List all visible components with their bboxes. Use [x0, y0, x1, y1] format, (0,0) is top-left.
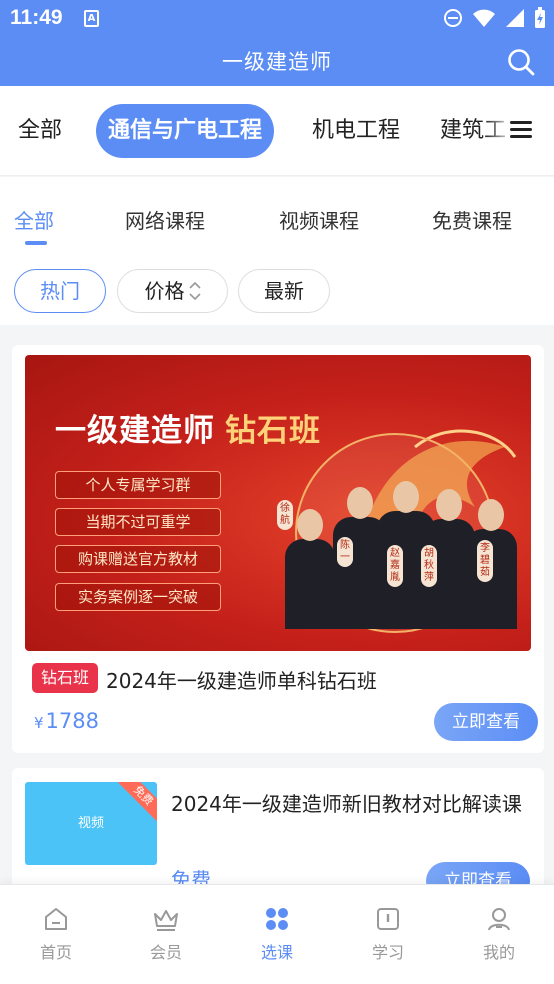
course-title[interactable]: 2024年一级建造师单科钻石班	[106, 665, 377, 694]
teacher-name-tag: 赵嘉胤	[387, 545, 403, 587]
course-tag-badge: 钻石班	[32, 663, 98, 693]
teacher-figure	[285, 509, 335, 629]
battery-icon	[535, 7, 545, 28]
price-value: 1788	[45, 709, 99, 733]
teacher-name-tag: 李碧茹	[477, 540, 493, 582]
benefit-pill: 实务案例逐一突破	[55, 583, 221, 611]
subtab-indicator	[25, 241, 47, 245]
nav-study[interactable]: 学习	[348, 905, 428, 963]
category-tabs: 全部 通信与广电工程 机电工程 建筑工	[0, 86, 554, 176]
filter-price-label: 价格	[144, 279, 185, 303]
filter-hot-label: 热门	[40, 279, 80, 303]
menu-icon[interactable]	[510, 121, 532, 139]
benefit-pill: 当期不过可重学	[55, 508, 221, 536]
do-not-disturb-icon	[444, 9, 462, 27]
course-type-tabs: 全部 网络课程 视频课程 免费课程 热门 价格 最新	[0, 177, 554, 325]
nav-member-label: 会员	[149, 943, 182, 962]
subtab-all[interactable]: 全部	[14, 205, 54, 234]
filter-latest-button[interactable]: 最新	[238, 269, 330, 313]
status-bar: 11:49 A	[0, 0, 554, 38]
banner-title-highlight: 钻石班	[225, 413, 321, 449]
teacher-name-tag: 胡秋萍	[421, 545, 437, 587]
wifi-icon	[473, 9, 495, 27]
app-header: 11:49 A 一级建造师	[0, 0, 554, 86]
grid-icon	[266, 908, 288, 930]
teacher-name-tag: 陈一	[337, 537, 353, 567]
status-icons	[443, 7, 546, 29]
category-tab-all[interactable]: 全部	[18, 104, 62, 158]
status-time: 11:49	[10, 6, 63, 29]
book-icon	[377, 908, 399, 930]
nav-courses-label: 选课	[260, 943, 293, 962]
filter-latest-label: 最新	[264, 279, 304, 303]
notification-app-icon: A	[84, 10, 99, 27]
course-card[interactable]: 一级建造师 钻石班 个人专属学习群 当期不过可重学 购课赠送官方教材 实务案例逐一…	[12, 345, 544, 753]
page-title: 一级建造师	[222, 50, 332, 74]
signal-icon	[506, 9, 524, 27]
crown-icon	[154, 910, 178, 931]
thumbnail-label: 视频	[77, 816, 104, 831]
subtab-video[interactable]: 视频课程	[279, 205, 359, 234]
nav-study-label: 学习	[371, 943, 404, 962]
filter-hot-button[interactable]: 热门	[14, 269, 106, 313]
user-icon	[488, 908, 510, 931]
teacher-name-tag: 徐航	[277, 500, 293, 530]
banner-title: 一级建造师 钻石班	[55, 405, 321, 450]
bottom-navigation: 首页 会员 选课 学习 我的	[0, 884, 554, 984]
nav-home[interactable]: 首页	[16, 905, 96, 963]
benefit-pill: 个人专属学习群	[55, 471, 221, 499]
category-tab-telecom[interactable]: 通信与广电工程	[96, 104, 275, 158]
view-now-button[interactable]: 立即查看	[434, 703, 538, 741]
search-icon[interactable]	[506, 47, 536, 77]
home-icon	[45, 908, 67, 930]
free-ribbon: 免费	[116, 782, 157, 823]
course-banner[interactable]: 一级建造师 钻石班 个人专属学习群 当期不过可重学 购课赠送官方教材 实务案例逐一…	[25, 355, 531, 651]
banner-title-main: 一级建造师	[55, 413, 215, 449]
subtab-free[interactable]: 免费课程	[432, 205, 512, 234]
category-tab-mechanical[interactable]: 机电工程	[312, 104, 400, 158]
subtab-online[interactable]: 网络课程	[125, 205, 205, 234]
currency-symbol: ¥	[34, 714, 44, 732]
course-thumbnail[interactable]: 视频 免费	[25, 782, 157, 865]
nav-courses[interactable]: 选课	[237, 905, 317, 963]
nav-home-label: 首页	[39, 943, 72, 962]
course-price: ¥1788	[34, 709, 99, 733]
filter-price-button[interactable]: 价格	[117, 269, 228, 313]
nav-profile[interactable]: 我的	[459, 905, 539, 963]
nav-profile-label: 我的	[482, 943, 515, 962]
course-title[interactable]: 2024年一级建造师新旧教材对比解读课	[171, 786, 531, 822]
benefit-pill: 购课赠送官方教材	[55, 545, 221, 573]
nav-member[interactable]: 会员	[126, 905, 206, 963]
sort-arrows-icon	[188, 281, 201, 300]
